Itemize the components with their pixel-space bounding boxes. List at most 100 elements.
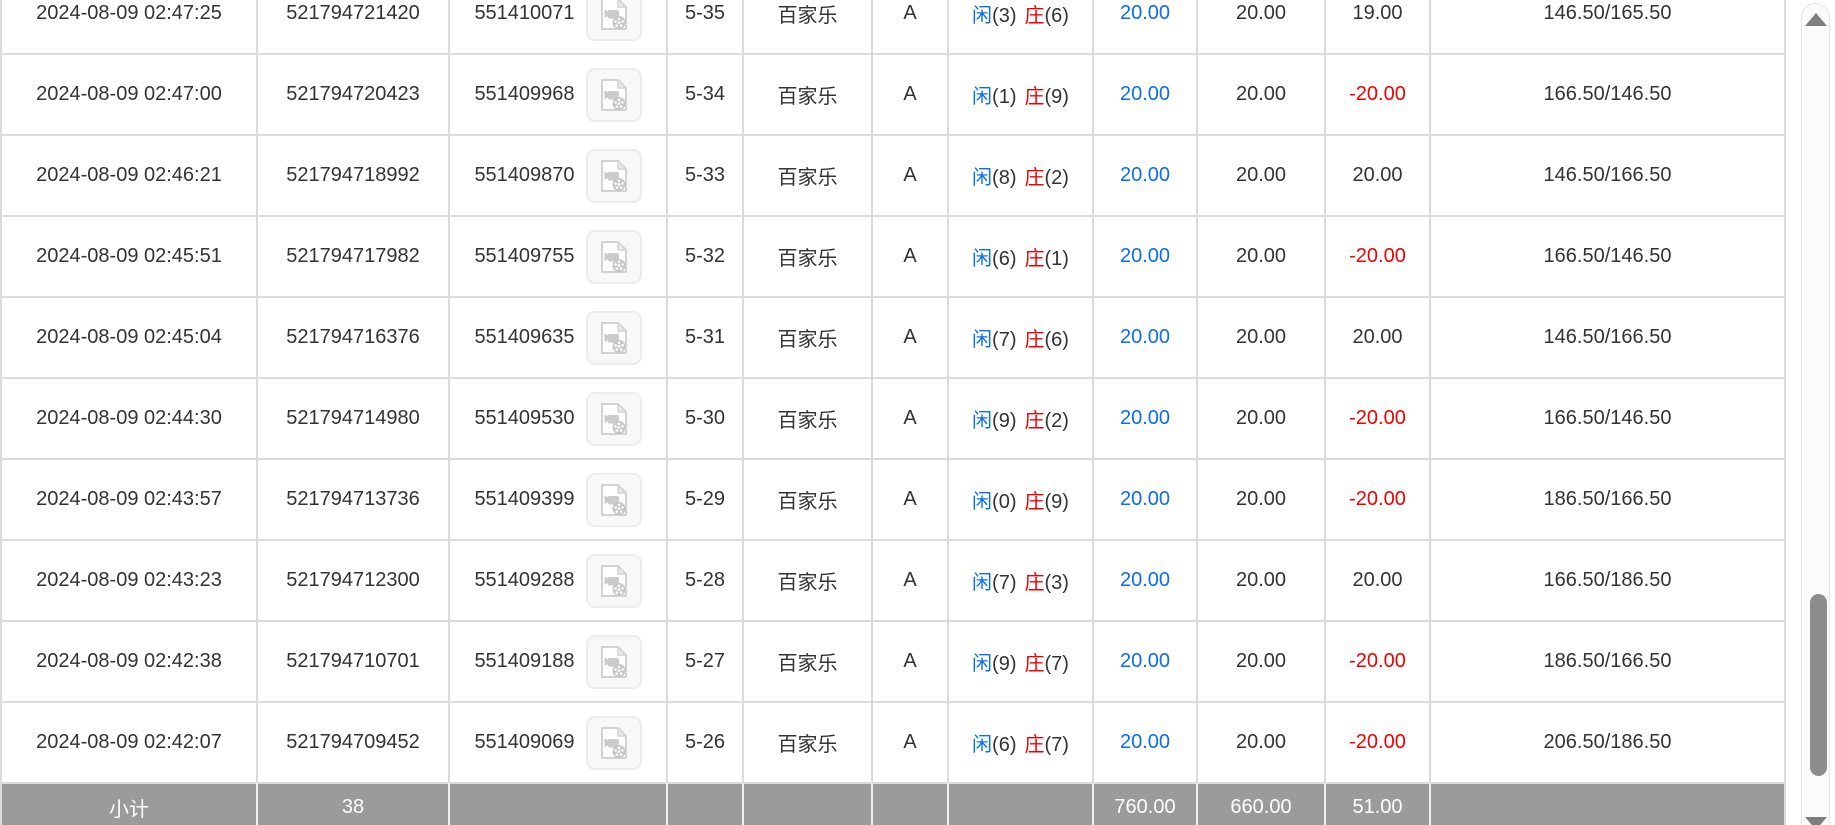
- cell-table-code: A: [871, 53, 947, 134]
- subtotal-empty-cell: [742, 782, 871, 825]
- video-replay-button[interactable]: [586, 230, 642, 284]
- cell-bet-time: 2024-08-09 02:43:57: [0, 458, 256, 539]
- cell-bet-amount: 20.00: [1092, 53, 1196, 134]
- cell-balance: 206.50/186.50: [1429, 701, 1786, 782]
- player-result-label: 闲: [972, 653, 992, 675]
- cell-balance: 166.50/146.50: [1429, 377, 1786, 458]
- video-replay-button[interactable]: [586, 392, 642, 446]
- cell-bet-amount: 20.00: [1092, 458, 1196, 539]
- cell-win-loss: -20.00: [1324, 377, 1429, 458]
- banker-result-label: 庄: [1025, 491, 1045, 513]
- cell-table-code: A: [871, 458, 947, 539]
- cell-shoe-round: 5-30: [666, 377, 742, 458]
- cell-bet-amount: 20.00: [1092, 701, 1196, 782]
- cell-game-result: 闲(6)庄(7): [947, 701, 1092, 782]
- banker-result-points: (7): [1045, 653, 1069, 675]
- cell-shoe-round: 5-35: [666, 0, 742, 53]
- cell-valid-amount: 20.00: [1196, 0, 1324, 53]
- cell-bet-time: 2024-08-09 02:44:30: [0, 377, 256, 458]
- banker-result-label: 庄: [1025, 329, 1045, 351]
- video-replay-button[interactable]: [586, 0, 642, 41]
- banker-result-points: (1): [1045, 248, 1069, 270]
- video-file-icon: [598, 0, 630, 31]
- video-file-icon: [598, 321, 630, 355]
- cell-table-code: A: [871, 215, 947, 296]
- table-row: 2024-08-09 02:47:00 521794720423 5514099…: [0, 53, 1786, 134]
- player-result-label: 闲: [972, 329, 992, 351]
- cell-bet-id: 521794713736: [256, 458, 448, 539]
- cell-round-id: 551410071: [448, 0, 666, 53]
- banker-result-label: 庄: [1025, 248, 1045, 270]
- banker-result-label: 庄: [1025, 734, 1045, 756]
- cell-win-loss: 20.00: [1324, 296, 1429, 377]
- cell-bet-id: 521794717982: [256, 215, 448, 296]
- video-replay-button[interactable]: [586, 473, 642, 527]
- cell-round-id: 551409188: [448, 620, 666, 701]
- cell-bet-id: 521794718992: [256, 134, 448, 215]
- table-row: 2024-08-09 02:43:57 521794713736 5514093…: [0, 458, 1786, 539]
- cell-bet-amount: 20.00: [1092, 620, 1196, 701]
- cell-balance: 146.50/165.50: [1429, 0, 1786, 53]
- cell-bet-amount: 20.00: [1092, 296, 1196, 377]
- video-replay-button[interactable]: [586, 716, 642, 770]
- bet-records-table: 2024-08-09 02:47:25 521794721420 5514100…: [0, 0, 1786, 825]
- cell-game-name: 百家乐: [742, 377, 871, 458]
- cell-bet-id: 521794710701: [256, 620, 448, 701]
- video-replay-button[interactable]: [586, 149, 642, 203]
- table-row: 2024-08-09 02:43:23 521794712300 5514092…: [0, 539, 1786, 620]
- banker-result-points: (9): [1045, 491, 1069, 513]
- vertical-scrollbar-thumb[interactable]: [1810, 594, 1827, 776]
- subtotal-row: 小计 38 760.00 660.00 51.00: [0, 782, 1786, 825]
- player-result-points: (6): [992, 734, 1016, 756]
- cell-table-code: A: [871, 0, 947, 53]
- subtotal-row-group: 小计 38 760.00 660.00 51.00: [0, 782, 1786, 825]
- subtotal-count: 38: [256, 782, 448, 825]
- cell-bet-time: 2024-08-09 02:43:23: [0, 539, 256, 620]
- player-result-points: (3): [992, 5, 1016, 27]
- cell-bet-id: 521794714980: [256, 377, 448, 458]
- banker-result-points: (9): [1045, 86, 1069, 108]
- video-replay-button[interactable]: [586, 68, 642, 122]
- cell-bet-time: 2024-08-09 02:42:07: [0, 701, 256, 782]
- cell-shoe-round: 5-31: [666, 296, 742, 377]
- cell-round-id: 551409870: [448, 134, 666, 215]
- cell-valid-amount: 20.00: [1196, 539, 1324, 620]
- cell-bet-time: 2024-08-09 02:45:04: [0, 296, 256, 377]
- player-result-label: 闲: [972, 5, 992, 27]
- cell-win-loss: -20.00: [1324, 458, 1429, 539]
- cell-win-loss: -20.00: [1324, 701, 1429, 782]
- cell-shoe-round: 5-26: [666, 701, 742, 782]
- subtotal-empty-cell: [947, 782, 1092, 825]
- cell-round-id: 551409755: [448, 215, 666, 296]
- video-replay-button[interactable]: [586, 311, 642, 365]
- round-id-text: 551409755: [474, 245, 574, 268]
- player-result-points: (6): [992, 248, 1016, 270]
- video-replay-button[interactable]: [586, 554, 642, 608]
- player-result-label: 闲: [972, 248, 992, 270]
- cell-game-result: 闲(9)庄(7): [947, 620, 1092, 701]
- table-row: 2024-08-09 02:42:07 521794709452 5514090…: [0, 701, 1786, 782]
- banker-result-points: (6): [1045, 329, 1069, 351]
- scrollbar-down-arrow-icon[interactable]: [1805, 817, 1827, 825]
- banker-result-points: (6): [1045, 5, 1069, 27]
- player-result-points: (7): [992, 572, 1016, 594]
- scrollbar-up-arrow-icon[interactable]: [1805, 13, 1827, 26]
- round-id-text: 551410071: [474, 2, 574, 25]
- round-id-text: 551409870: [474, 164, 574, 187]
- cell-bet-id: 521794720423: [256, 53, 448, 134]
- round-id-text: 551409188: [474, 650, 574, 673]
- cell-win-loss: 19.00: [1324, 0, 1429, 53]
- cell-bet-id: 521794716376: [256, 296, 448, 377]
- cell-table-code: A: [871, 620, 947, 701]
- video-file-icon: [598, 159, 630, 193]
- cell-table-code: A: [871, 377, 947, 458]
- cell-win-loss: -20.00: [1324, 215, 1429, 296]
- cell-shoe-round: 5-33: [666, 134, 742, 215]
- cell-table-code: A: [871, 296, 947, 377]
- cell-game-name: 百家乐: [742, 458, 871, 539]
- video-replay-button[interactable]: [586, 635, 642, 689]
- cell-valid-amount: 20.00: [1196, 215, 1324, 296]
- cell-game-name: 百家乐: [742, 701, 871, 782]
- table-row: 2024-08-09 02:45:51 521794717982 5514097…: [0, 215, 1786, 296]
- banker-result-label: 庄: [1025, 5, 1045, 27]
